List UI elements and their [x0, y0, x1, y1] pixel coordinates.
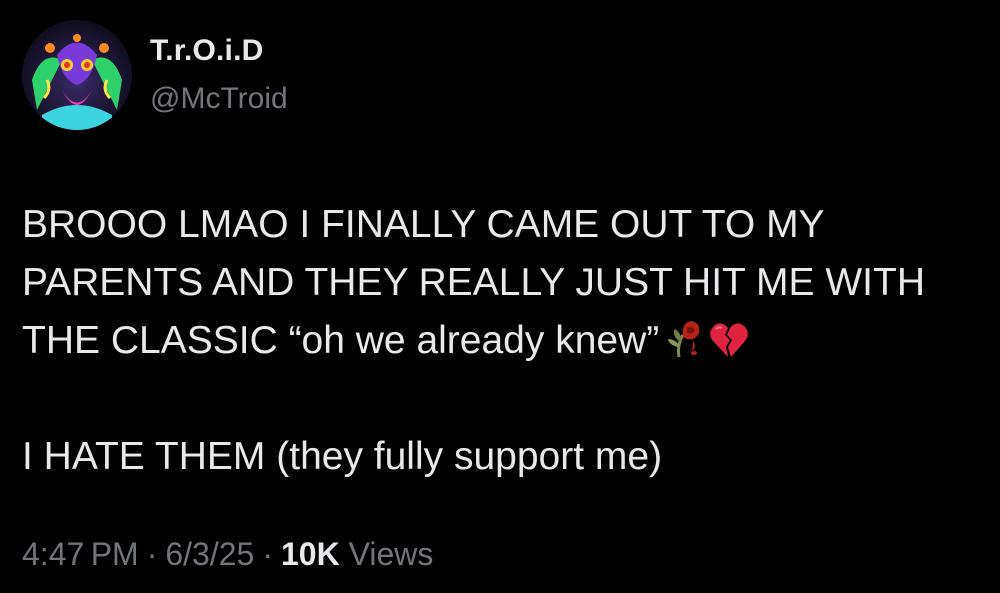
- author-handle[interactable]: @McTroid: [150, 82, 288, 116]
- tweet-second-paragraph: I HATE THEM (they fully support me): [22, 435, 663, 478]
- tweet-time[interactable]: 4:47 PM: [22, 536, 139, 572]
- views-count: 10K: [280, 536, 340, 572]
- neon-mask-avatar-icon: [22, 20, 132, 130]
- meta-separator: ·: [262, 536, 273, 572]
- tweet-line-3: THE CLASSIC “oh we already knew”: [22, 312, 982, 370]
- tweet-date[interactable]: 6/3/25: [165, 536, 254, 572]
- tweet-line-1: BROOO LMAO I FINALLY CAME OUT TO MY: [22, 203, 825, 246]
- tweet-body: BROOO LMAO I FINALLY CAME OUT TO MY PARE…: [22, 196, 982, 486]
- views-label: Views: [348, 536, 434, 572]
- profile-avatar[interactable]: [22, 20, 132, 130]
- meta-separator: ·: [146, 536, 158, 572]
- broken-heart-icon: [709, 321, 749, 359]
- tweet-line-3-text: THE CLASSIC “oh we already knew”: [22, 319, 660, 362]
- wilted-flower-icon: [665, 317, 703, 359]
- tweet-line-2: PARENTS AND THEY REALLY JUST HIT ME WITH: [22, 261, 925, 304]
- author-display-name[interactable]: T.r.O.i.D: [150, 34, 264, 68]
- paragraph-break: [22, 370, 982, 428]
- tweet-meta: 4:47 PM · 6/3/25 · 10K Views: [22, 536, 433, 573]
- tweet-card: T.r.O.i.D @McTroid BROOO LMAO I FINALLY …: [0, 0, 1000, 593]
